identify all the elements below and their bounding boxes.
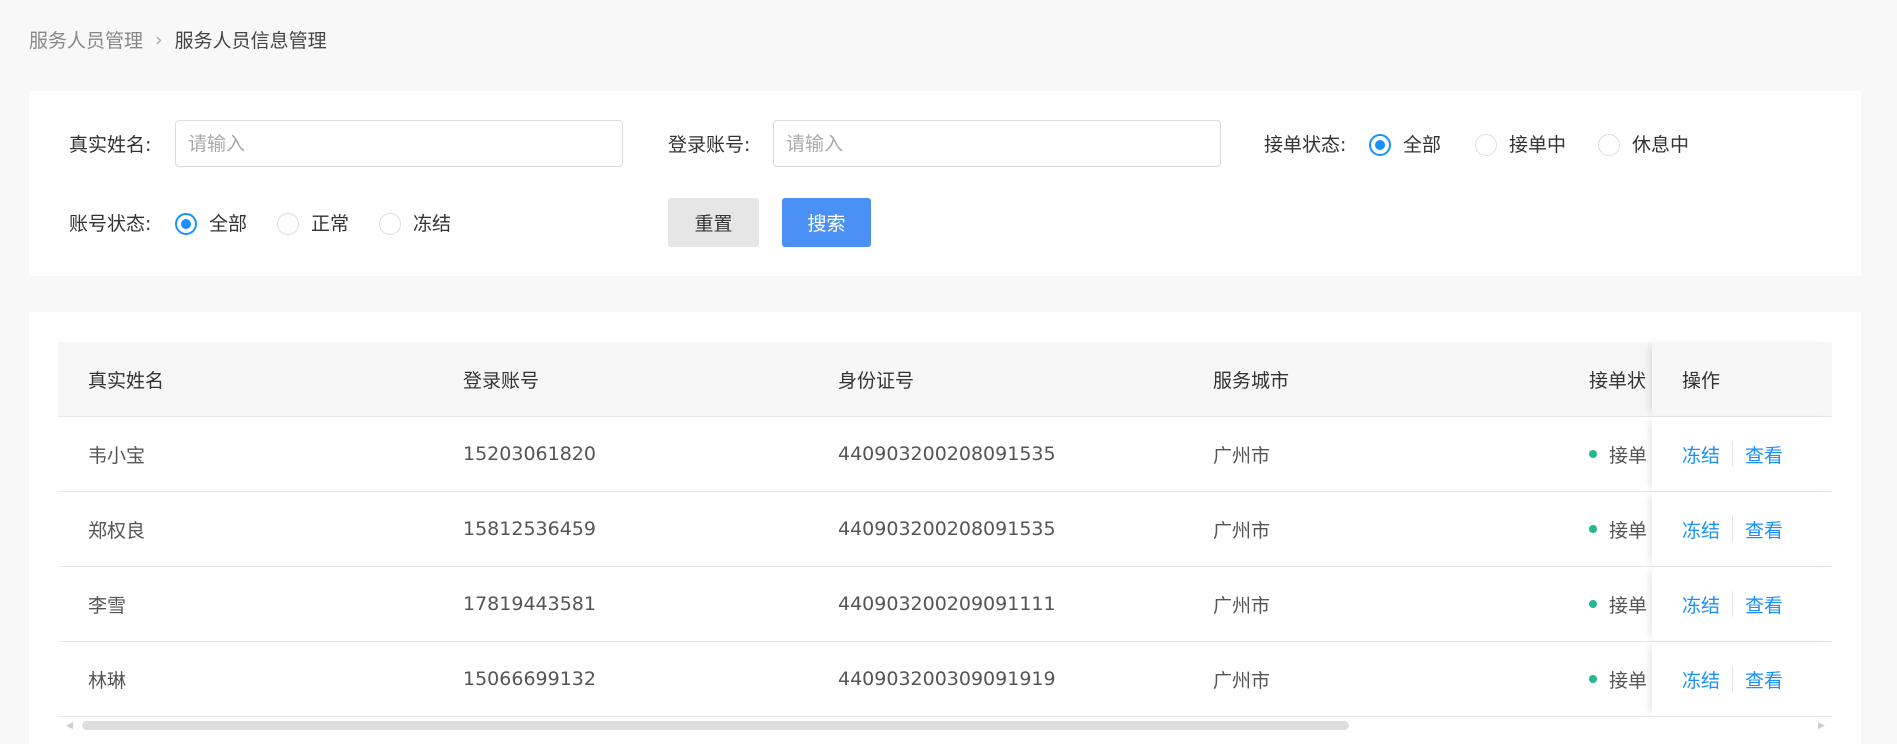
freeze-link[interactable]: 冻结	[1682, 666, 1720, 693]
account-label: 登录账号:	[668, 134, 751, 156]
action-divider	[1732, 666, 1734, 692]
radio-label: 休息中	[1632, 134, 1690, 156]
order-status-radio-resting[interactable]: 休息中	[1598, 133, 1689, 157]
radio-icon	[1598, 134, 1620, 156]
action-divider	[1732, 441, 1734, 467]
freeze-link[interactable]: 冻结	[1682, 516, 1720, 543]
cell-id-no: 440903200208091535	[838, 518, 1056, 540]
view-link[interactable]: 查看	[1745, 666, 1783, 693]
cell-id-no: 440903200309091919	[838, 668, 1056, 690]
radio-label: 冻结	[413, 213, 452, 235]
fixed-column: 冻结 查看	[1652, 492, 1832, 566]
staff-table: 真实姓名 登录账号 身份证号 服务城市 接单状 操作 韦小宝 152030618…	[58, 342, 1832, 717]
column-header-id-no: 身份证号	[838, 369, 915, 392]
table-header: 真实姓名 登录账号 身份证号 服务城市 接单状 操作	[58, 342, 1832, 417]
action-divider	[1732, 516, 1734, 542]
status-text: 接单	[1609, 444, 1648, 467]
view-link[interactable]: 查看	[1745, 441, 1783, 468]
breadcrumb: 服务人员管理 › 服务人员信息管理	[29, 26, 327, 53]
fixed-column: 冻结 查看	[1652, 417, 1832, 491]
table-row: 李雪 17819443581 440903200209091111 广州市 接单…	[58, 567, 1832, 642]
cell-status: 接单	[1589, 567, 1652, 641]
cell-actions: 冻结 查看	[1682, 417, 1783, 491]
account-status-label: 账号状态:	[69, 213, 152, 235]
account-status-radio-all[interactable]: 全部	[175, 212, 247, 236]
account-status-radio-normal[interactable]: 正常	[277, 212, 349, 236]
radio-icon	[1475, 134, 1497, 156]
radio-checked-icon	[1369, 134, 1391, 156]
column-header-actions: 操作	[1682, 369, 1721, 392]
status-text: 接单	[1609, 669, 1648, 692]
fixed-column: 冻结 查看	[1652, 567, 1832, 641]
chevron-right-icon: ›	[155, 28, 163, 51]
cell-id-no: 440903200208091535	[838, 443, 1056, 465]
radio-label: 全部	[1403, 134, 1442, 156]
column-header-city: 服务城市	[1213, 369, 1290, 392]
radio-icon	[379, 213, 401, 235]
column-header-status: 接单状	[1589, 369, 1647, 392]
column-header-account: 登录账号	[463, 369, 540, 392]
cell-actions: 冻结 查看	[1682, 642, 1783, 716]
cell-city: 广州市	[1213, 669, 1271, 692]
real-name-label: 真实姓名:	[69, 134, 152, 156]
cell-city: 广州市	[1213, 519, 1271, 542]
radio-label: 正常	[311, 213, 350, 235]
cell-city: 广州市	[1213, 594, 1271, 617]
fixed-column: 操作	[1652, 342, 1832, 416]
table-row: 郑权良 15812536459 440903200208091535 广州市 接…	[58, 492, 1832, 567]
table-row: 韦小宝 15203061820 440903200208091535 广州市 接…	[58, 417, 1832, 492]
scroll-right-icon[interactable]: ▶	[1818, 721, 1825, 731]
radio-label: 全部	[209, 213, 248, 235]
real-name-input[interactable]	[175, 120, 623, 167]
freeze-link[interactable]: 冻结	[1682, 441, 1720, 468]
action-divider	[1732, 591, 1734, 617]
cell-name: 郑权良	[88, 519, 146, 542]
cell-account: 17819443581	[463, 593, 596, 615]
cell-id-no: 440903200209091111	[838, 593, 1056, 615]
cell-account: 15812536459	[463, 518, 596, 540]
breadcrumb-parent[interactable]: 服务人员管理	[29, 26, 143, 53]
reset-button[interactable]: 重置	[668, 198, 759, 247]
table-row: 林琳 15066699132 440903200309091919 广州市 接单…	[58, 642, 1832, 717]
cell-city: 广州市	[1213, 444, 1271, 467]
horizontal-scrollbar[interactable]: ◀ ▶	[58, 718, 1832, 732]
status-text: 接单	[1609, 594, 1648, 617]
view-link[interactable]: 查看	[1745, 591, 1783, 618]
search-button[interactable]: 搜索	[782, 198, 871, 247]
cell-actions: 冻结 查看	[1682, 567, 1783, 641]
status-dot-icon	[1589, 525, 1597, 533]
order-status-radio-all[interactable]: 全部	[1369, 133, 1441, 157]
cell-status: 接单	[1589, 642, 1652, 716]
status-text: 接单	[1609, 519, 1648, 542]
filter-panel: 真实姓名: 登录账号: 接单状态: 全部 接单中 休息中 账号状态: 全部 正常…	[29, 91, 1861, 276]
cell-status: 接单	[1589, 492, 1652, 566]
cell-account: 15203061820	[463, 443, 596, 465]
status-dot-icon	[1589, 600, 1597, 608]
status-dot-icon	[1589, 675, 1597, 683]
cell-name: 李雪	[88, 594, 127, 617]
scrollbar-thumb[interactable]	[82, 721, 1349, 730]
cell-actions: 冻结 查看	[1682, 492, 1783, 566]
radio-label: 接单中	[1509, 134, 1567, 156]
radio-checked-icon	[175, 213, 197, 235]
breadcrumb-current: 服务人员信息管理	[174, 30, 327, 52]
fixed-column: 冻结 查看	[1652, 642, 1832, 716]
cell-status: 接单	[1589, 417, 1652, 491]
scroll-left-icon[interactable]: ◀	[66, 721, 73, 731]
order-status-radio-taking[interactable]: 接单中	[1475, 133, 1566, 157]
account-status-radio-frozen[interactable]: 冻结	[379, 212, 451, 236]
radio-icon	[277, 213, 299, 235]
account-input[interactable]	[773, 120, 1221, 167]
status-dot-icon	[1589, 450, 1597, 458]
order-status-label: 接单状态:	[1264, 134, 1347, 156]
cell-account: 15066699132	[463, 668, 596, 690]
cell-name: 韦小宝	[88, 444, 146, 467]
column-header-name: 真实姓名	[88, 369, 165, 392]
freeze-link[interactable]: 冻结	[1682, 591, 1720, 618]
view-link[interactable]: 查看	[1745, 516, 1783, 543]
cell-name: 林琳	[88, 669, 127, 692]
